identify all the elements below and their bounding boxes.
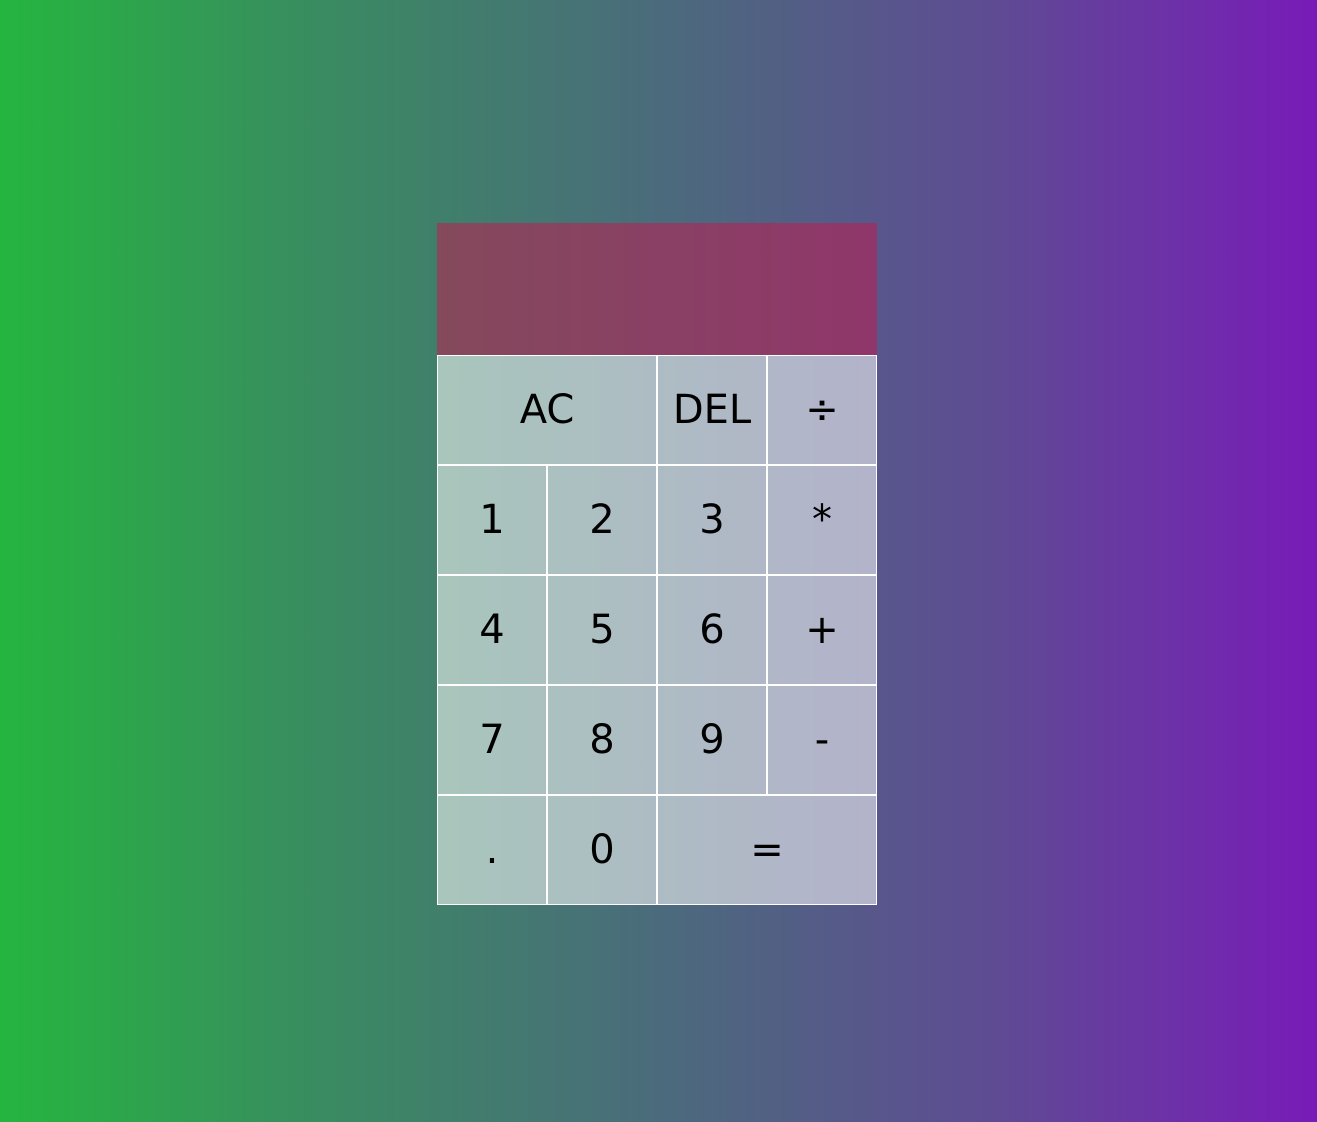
all-clear-button[interactable]: AC xyxy=(437,355,657,465)
digit-4-button[interactable]: 4 xyxy=(437,575,547,685)
add-button[interactable]: + xyxy=(767,575,877,685)
digit-6-button[interactable]: 6 xyxy=(657,575,767,685)
equals-button[interactable]: = xyxy=(657,795,877,905)
digit-5-button[interactable]: 5 xyxy=(547,575,657,685)
decimal-point-button[interactable]: . xyxy=(437,795,547,905)
digit-8-button[interactable]: 8 xyxy=(547,685,657,795)
calculator-display xyxy=(437,223,877,355)
digit-1-button[interactable]: 1 xyxy=(437,465,547,575)
calculator: AC DEL ÷ 1 2 3 * 4 5 6 + 7 8 9 - . 0 = xyxy=(437,223,877,905)
digit-3-button[interactable]: 3 xyxy=(657,465,767,575)
divide-button[interactable]: ÷ xyxy=(767,355,877,465)
delete-button[interactable]: DEL xyxy=(657,355,767,465)
digit-7-button[interactable]: 7 xyxy=(437,685,547,795)
digit-2-button[interactable]: 2 xyxy=(547,465,657,575)
subtract-button[interactable]: - xyxy=(767,685,877,795)
digit-9-button[interactable]: 9 xyxy=(657,685,767,795)
multiply-button[interactable]: * xyxy=(767,465,877,575)
digit-0-button[interactable]: 0 xyxy=(547,795,657,905)
